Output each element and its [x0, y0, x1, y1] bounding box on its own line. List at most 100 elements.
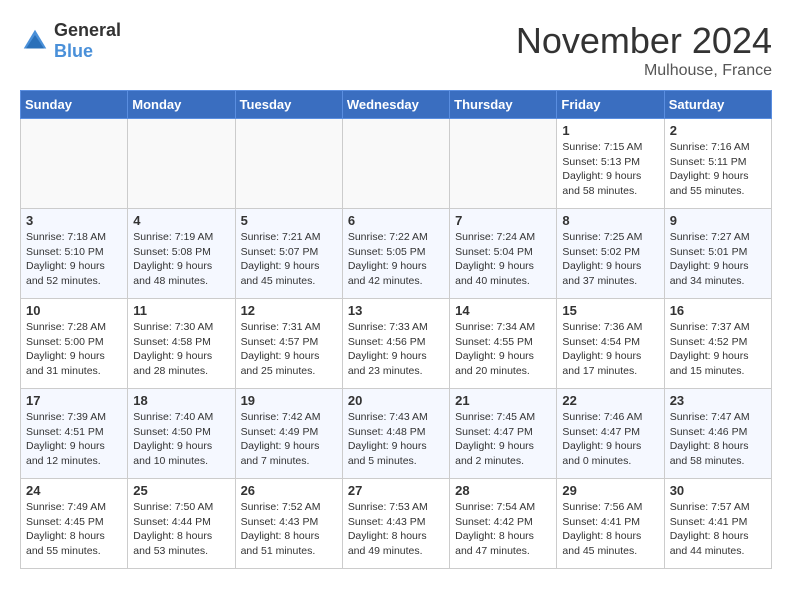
calendar-cell-w5-d1: 24 Sunrise: 7:49 AM Sunset: 4:45 PM Dayli…: [21, 479, 128, 569]
calendar-cell-w3-d7: 16 Sunrise: 7:37 AM Sunset: 4:52 PM Dayli…: [664, 299, 771, 389]
calendar-week-3: 10Sunrise: 7:28 AM Sunset: 5:00 PM Dayli…: [21, 299, 772, 389]
logo-icon: [20, 26, 50, 56]
logo-general: General: [54, 20, 121, 40]
calendar-week-1: 1Sunrise: 7:15 AM Sunset: 5:13 PM Daylig…: [21, 119, 772, 209]
calendar-cell-w5-d4: 27 Sunrise: 7:53 AM Sunset: 4:43 PM Dayli…: [342, 479, 449, 569]
day-number: 12: [241, 303, 337, 318]
day-number: 13: [348, 303, 444, 318]
day-info: Sunrise: 7:43 AM Sunset: 4:48 PM Dayligh…: [348, 410, 444, 469]
day-number: 18: [133, 393, 229, 408]
day-info: Sunrise: 7:27 AM Sunset: 5:01 PM Dayligh…: [670, 230, 766, 289]
day-info: Sunrise: 7:54 AM Sunset: 4:42 PM Dayligh…: [455, 500, 551, 559]
day-info: Sunrise: 7:33 AM Sunset: 4:56 PM Dayligh…: [348, 320, 444, 379]
day-info: Sunrise: 7:22 AM Sunset: 5:05 PM Dayligh…: [348, 230, 444, 289]
day-number: 14: [455, 303, 551, 318]
calendar-cell-w5-d6: 29 Sunrise: 7:56 AM Sunset: 4:41 PM Dayli…: [557, 479, 664, 569]
calendar-cell-w5-d5: 28 Sunrise: 7:54 AM Sunset: 4:42 PM Dayli…: [450, 479, 557, 569]
logo-text: General Blue: [54, 20, 121, 62]
page-header: General Blue November 2024 Mulhouse, Fra…: [20, 20, 772, 80]
calendar-cell-w2-d2: 4 Sunrise: 7:19 AM Sunset: 5:08 PM Daylig…: [128, 209, 235, 299]
calendar-cell-w1-d6: 1Sunrise: 7:15 AM Sunset: 5:13 PM Daylig…: [557, 119, 664, 209]
calendar-cell-w4-d4: 20 Sunrise: 7:43 AM Sunset: 4:48 PM Dayli…: [342, 389, 449, 479]
day-number: 21: [455, 393, 551, 408]
title-section: November 2024 Mulhouse, France: [516, 20, 772, 80]
day-info: Sunrise: 7:39 AM Sunset: 4:51 PM Dayligh…: [26, 410, 122, 469]
day-info: Sunrise: 7:49 AM Sunset: 4:45 PM Dayligh…: [26, 500, 122, 559]
day-info: Sunrise: 7:15 AM Sunset: 5:13 PM Dayligh…: [562, 140, 658, 199]
day-number: 25: [133, 483, 229, 498]
calendar-week-5: 24 Sunrise: 7:49 AM Sunset: 4:45 PM Dayli…: [21, 479, 772, 569]
logo: General Blue: [20, 20, 121, 62]
header-friday: Friday: [557, 91, 664, 119]
day-info: Sunrise: 7:36 AM Sunset: 4:54 PM Dayligh…: [562, 320, 658, 379]
calendar-cell-w1-d3: [235, 119, 342, 209]
calendar-cell-w4-d1: 17Sunrise: 7:39 AM Sunset: 4:51 PM Dayli…: [21, 389, 128, 479]
day-number: 19: [241, 393, 337, 408]
day-number: 3: [26, 213, 122, 228]
day-number: 4: [133, 213, 229, 228]
day-number: 27: [348, 483, 444, 498]
calendar-cell-w4-d2: 18 Sunrise: 7:40 AM Sunset: 4:50 PM Dayli…: [128, 389, 235, 479]
header-saturday: Saturday: [664, 91, 771, 119]
day-number: 28: [455, 483, 551, 498]
day-info: Sunrise: 7:47 AM Sunset: 4:46 PM Dayligh…: [670, 410, 766, 469]
calendar-cell-w3-d3: 12 Sunrise: 7:31 AM Sunset: 4:57 PM Dayli…: [235, 299, 342, 389]
calendar-cell-w4-d6: 22Sunrise: 7:46 AM Sunset: 4:47 PM Dayli…: [557, 389, 664, 479]
day-info: Sunrise: 7:37 AM Sunset: 4:52 PM Dayligh…: [670, 320, 766, 379]
calendar-cell-w2-d5: 7Sunrise: 7:24 AM Sunset: 5:04 PM Daylig…: [450, 209, 557, 299]
calendar-cell-w3-d6: 15 Sunrise: 7:36 AM Sunset: 4:54 PM Dayli…: [557, 299, 664, 389]
day-info: Sunrise: 7:19 AM Sunset: 5:08 PM Dayligh…: [133, 230, 229, 289]
day-number: 26: [241, 483, 337, 498]
day-number: 23: [670, 393, 766, 408]
day-number: 5: [241, 213, 337, 228]
calendar-cell-w1-d4: [342, 119, 449, 209]
calendar-cell-w2-d6: 8 Sunrise: 7:25 AM Sunset: 5:02 PM Daylig…: [557, 209, 664, 299]
calendar-cell-w1-d1: [21, 119, 128, 209]
day-number: 29: [562, 483, 658, 498]
calendar-week-2: 3 Sunrise: 7:18 AM Sunset: 5:10 PM Daylig…: [21, 209, 772, 299]
calendar-cell-w3-d2: 11 Sunrise: 7:30 AM Sunset: 4:58 PM Dayli…: [128, 299, 235, 389]
day-info: Sunrise: 7:28 AM Sunset: 5:00 PM Dayligh…: [26, 320, 122, 379]
calendar-cell-w3-d5: 14 Sunrise: 7:34 AM Sunset: 4:55 PM Dayli…: [450, 299, 557, 389]
day-info: Sunrise: 7:21 AM Sunset: 5:07 PM Dayligh…: [241, 230, 337, 289]
day-info: Sunrise: 7:46 AM Sunset: 4:47 PM Dayligh…: [562, 410, 658, 469]
day-number: 15: [562, 303, 658, 318]
calendar-cell-w2-d3: 5 Sunrise: 7:21 AM Sunset: 5:07 PM Daylig…: [235, 209, 342, 299]
calendar-cell-w4-d3: 19Sunrise: 7:42 AM Sunset: 4:49 PM Dayli…: [235, 389, 342, 479]
calendar-cell-w3-d4: 13 Sunrise: 7:33 AM Sunset: 4:56 PM Dayli…: [342, 299, 449, 389]
day-info: Sunrise: 7:31 AM Sunset: 4:57 PM Dayligh…: [241, 320, 337, 379]
day-info: Sunrise: 7:50 AM Sunset: 4:44 PM Dayligh…: [133, 500, 229, 559]
logo-blue: Blue: [54, 41, 93, 61]
day-number: 7: [455, 213, 551, 228]
calendar-cell-w2-d7: 9Sunrise: 7:27 AM Sunset: 5:01 PM Daylig…: [664, 209, 771, 299]
day-number: 16: [670, 303, 766, 318]
calendar-cell-w1-d5: [450, 119, 557, 209]
day-info: Sunrise: 7:18 AM Sunset: 5:10 PM Dayligh…: [26, 230, 122, 289]
day-info: Sunrise: 7:52 AM Sunset: 4:43 PM Dayligh…: [241, 500, 337, 559]
header-monday: Monday: [128, 91, 235, 119]
calendar-cell-w1-d2: [128, 119, 235, 209]
day-info: Sunrise: 7:25 AM Sunset: 5:02 PM Dayligh…: [562, 230, 658, 289]
day-info: Sunrise: 7:56 AM Sunset: 4:41 PM Dayligh…: [562, 500, 658, 559]
day-number: 11: [133, 303, 229, 318]
day-number: 24: [26, 483, 122, 498]
day-number: 6: [348, 213, 444, 228]
day-info: Sunrise: 7:34 AM Sunset: 4:55 PM Dayligh…: [455, 320, 551, 379]
month-title: November 2024: [516, 20, 772, 62]
calendar-cell-w2-d1: 3 Sunrise: 7:18 AM Sunset: 5:10 PM Daylig…: [21, 209, 128, 299]
day-info: Sunrise: 7:16 AM Sunset: 5:11 PM Dayligh…: [670, 140, 766, 199]
day-number: 20: [348, 393, 444, 408]
location: Mulhouse, France: [516, 62, 772, 80]
calendar-cell-w2-d4: 6 Sunrise: 7:22 AM Sunset: 5:05 PM Daylig…: [342, 209, 449, 299]
day-info: Sunrise: 7:45 AM Sunset: 4:47 PM Dayligh…: [455, 410, 551, 469]
day-info: Sunrise: 7:30 AM Sunset: 4:58 PM Dayligh…: [133, 320, 229, 379]
header-thursday: Thursday: [450, 91, 557, 119]
day-info: Sunrise: 7:53 AM Sunset: 4:43 PM Dayligh…: [348, 500, 444, 559]
day-info: Sunrise: 7:40 AM Sunset: 4:50 PM Dayligh…: [133, 410, 229, 469]
day-number: 8: [562, 213, 658, 228]
calendar-table: Sunday Monday Tuesday Wednesday Thursday…: [20, 90, 772, 569]
calendar-cell-w5-d3: 26 Sunrise: 7:52 AM Sunset: 4:43 PM Dayli…: [235, 479, 342, 569]
day-info: Sunrise: 7:57 AM Sunset: 4:41 PM Dayligh…: [670, 500, 766, 559]
day-number: 30: [670, 483, 766, 498]
calendar-cell-w1-d7: 2Sunrise: 7:16 AM Sunset: 5:11 PM Daylig…: [664, 119, 771, 209]
